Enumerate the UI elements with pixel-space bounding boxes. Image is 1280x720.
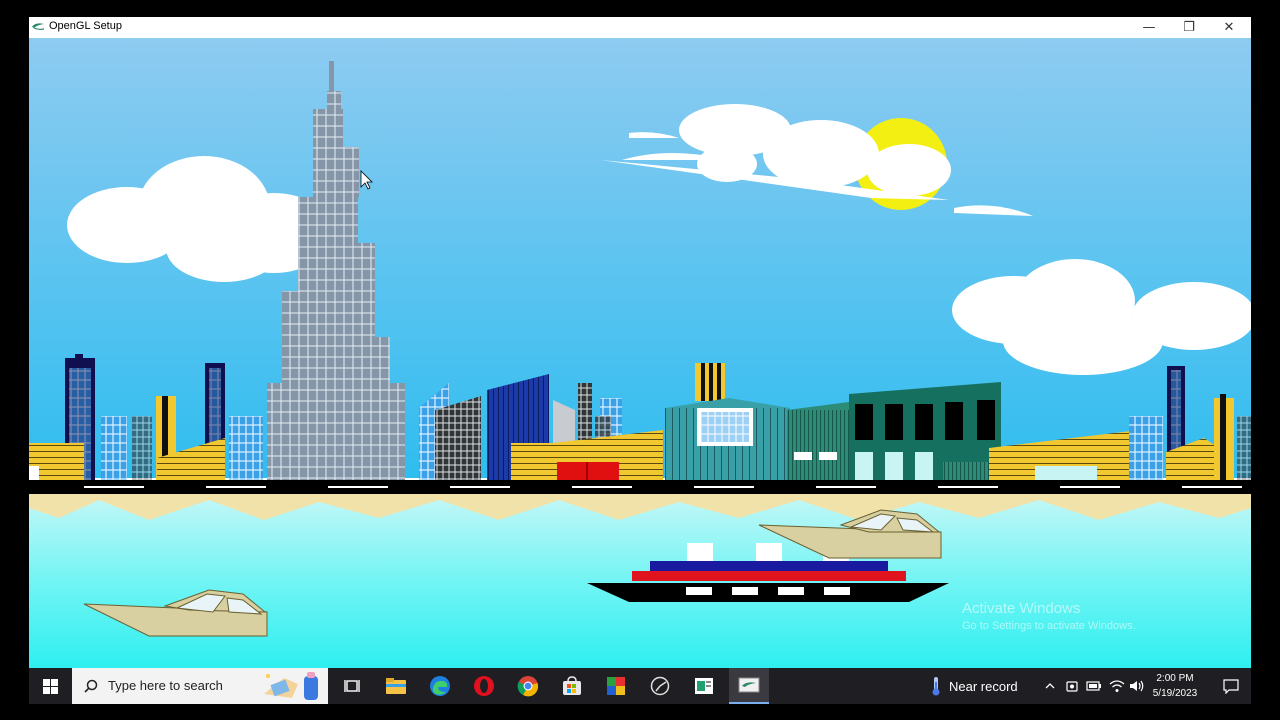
taskbar-file-explorer[interactable] <box>378 668 414 704</box>
weather-text: Near record <box>949 678 1018 694</box>
taskbar-search-box[interactable]: Type here to search <box>72 668 328 704</box>
notifications-button[interactable] <box>1211 668 1251 704</box>
clock-time: 2:00 PM <box>1156 673 1194 684</box>
window-title: OpenGL Setup <box>49 20 122 32</box>
opera-icon <box>474 676 494 696</box>
meet-now-icon <box>1066 681 1078 692</box>
tray-network[interactable] <box>1107 668 1127 704</box>
chevron-up-icon <box>1045 683 1055 689</box>
close-icon: ✕ <box>1223 20 1235 35</box>
opengl-app-icon <box>738 677 760 693</box>
opengl-scene-canvas[interactable] <box>29 38 1251 668</box>
search-placeholder: Type here to search <box>108 678 223 693</box>
file-explorer-icon <box>386 678 406 694</box>
close-button[interactable]: ✕ <box>1209 17 1249 38</box>
thermometer-icon <box>932 677 940 696</box>
minimize-icon: — <box>1142 20 1156 35</box>
taskbar-app-1[interactable] <box>598 668 634 704</box>
battery-icon <box>1086 681 1101 691</box>
app-icon-2 <box>650 676 670 696</box>
weather-widget[interactable] <box>927 668 945 704</box>
windows-start-icon <box>43 678 58 694</box>
edge-icon <box>430 676 450 696</box>
start-button[interactable] <box>29 668 72 704</box>
store-icon <box>563 676 581 695</box>
taskbar-chrome[interactable] <box>510 668 546 704</box>
taskbar-store[interactable] <box>554 668 590 704</box>
task-view-button[interactable] <box>334 668 370 704</box>
task-view-icon <box>344 680 360 692</box>
chrome-icon <box>517 676 539 697</box>
weather-label[interactable]: Near record <box>949 668 1031 704</box>
app-icon-1 <box>607 677 625 695</box>
taskbar-opera[interactable] <box>466 668 502 704</box>
minimize-button[interactable]: — <box>1129 17 1169 38</box>
taskbar-opengl-app[interactable] <box>729 668 769 704</box>
tray-meet-now[interactable] <box>1063 668 1081 704</box>
title-bar[interactable]: OpenGL Setup — ❐ ✕ <box>29 17 1251 38</box>
clock-date: 5/19/2023 <box>1152 688 1198 699</box>
restore-icon: ❐ <box>1183 20 1195 35</box>
activate-windows-watermark: Activate Windows Go to Settings to activ… <box>962 600 1136 632</box>
taskbar-clock[interactable]: 2:00 PM 5/19/2023 <box>1144 671 1206 701</box>
taskbar: Type here to search Near record 2:00 PM … <box>29 668 1251 704</box>
tray-battery[interactable] <box>1084 668 1104 704</box>
show-hidden-icons-button[interactable] <box>1041 668 1059 704</box>
volume-icon <box>1130 680 1144 692</box>
restore-button[interactable]: ❐ <box>1169 17 1209 38</box>
notification-icon <box>1223 678 1239 694</box>
search-icon <box>84 679 98 693</box>
taskbar-edge[interactable] <box>422 668 458 704</box>
app-icon <box>32 23 45 30</box>
search-highlight-icon <box>264 672 318 700</box>
wifi-icon <box>1109 680 1125 692</box>
app-window: OpenGL Setup — ❐ ✕ <box>29 17 1251 668</box>
watermark-subtitle: Go to Settings to activate Windows. <box>962 620 1136 632</box>
taskbar-app-2[interactable] <box>642 668 678 704</box>
app-icon-3 <box>695 678 713 694</box>
watermark-title: Activate Windows <box>962 600 1081 617</box>
taskbar-app-3[interactable] <box>686 668 722 704</box>
